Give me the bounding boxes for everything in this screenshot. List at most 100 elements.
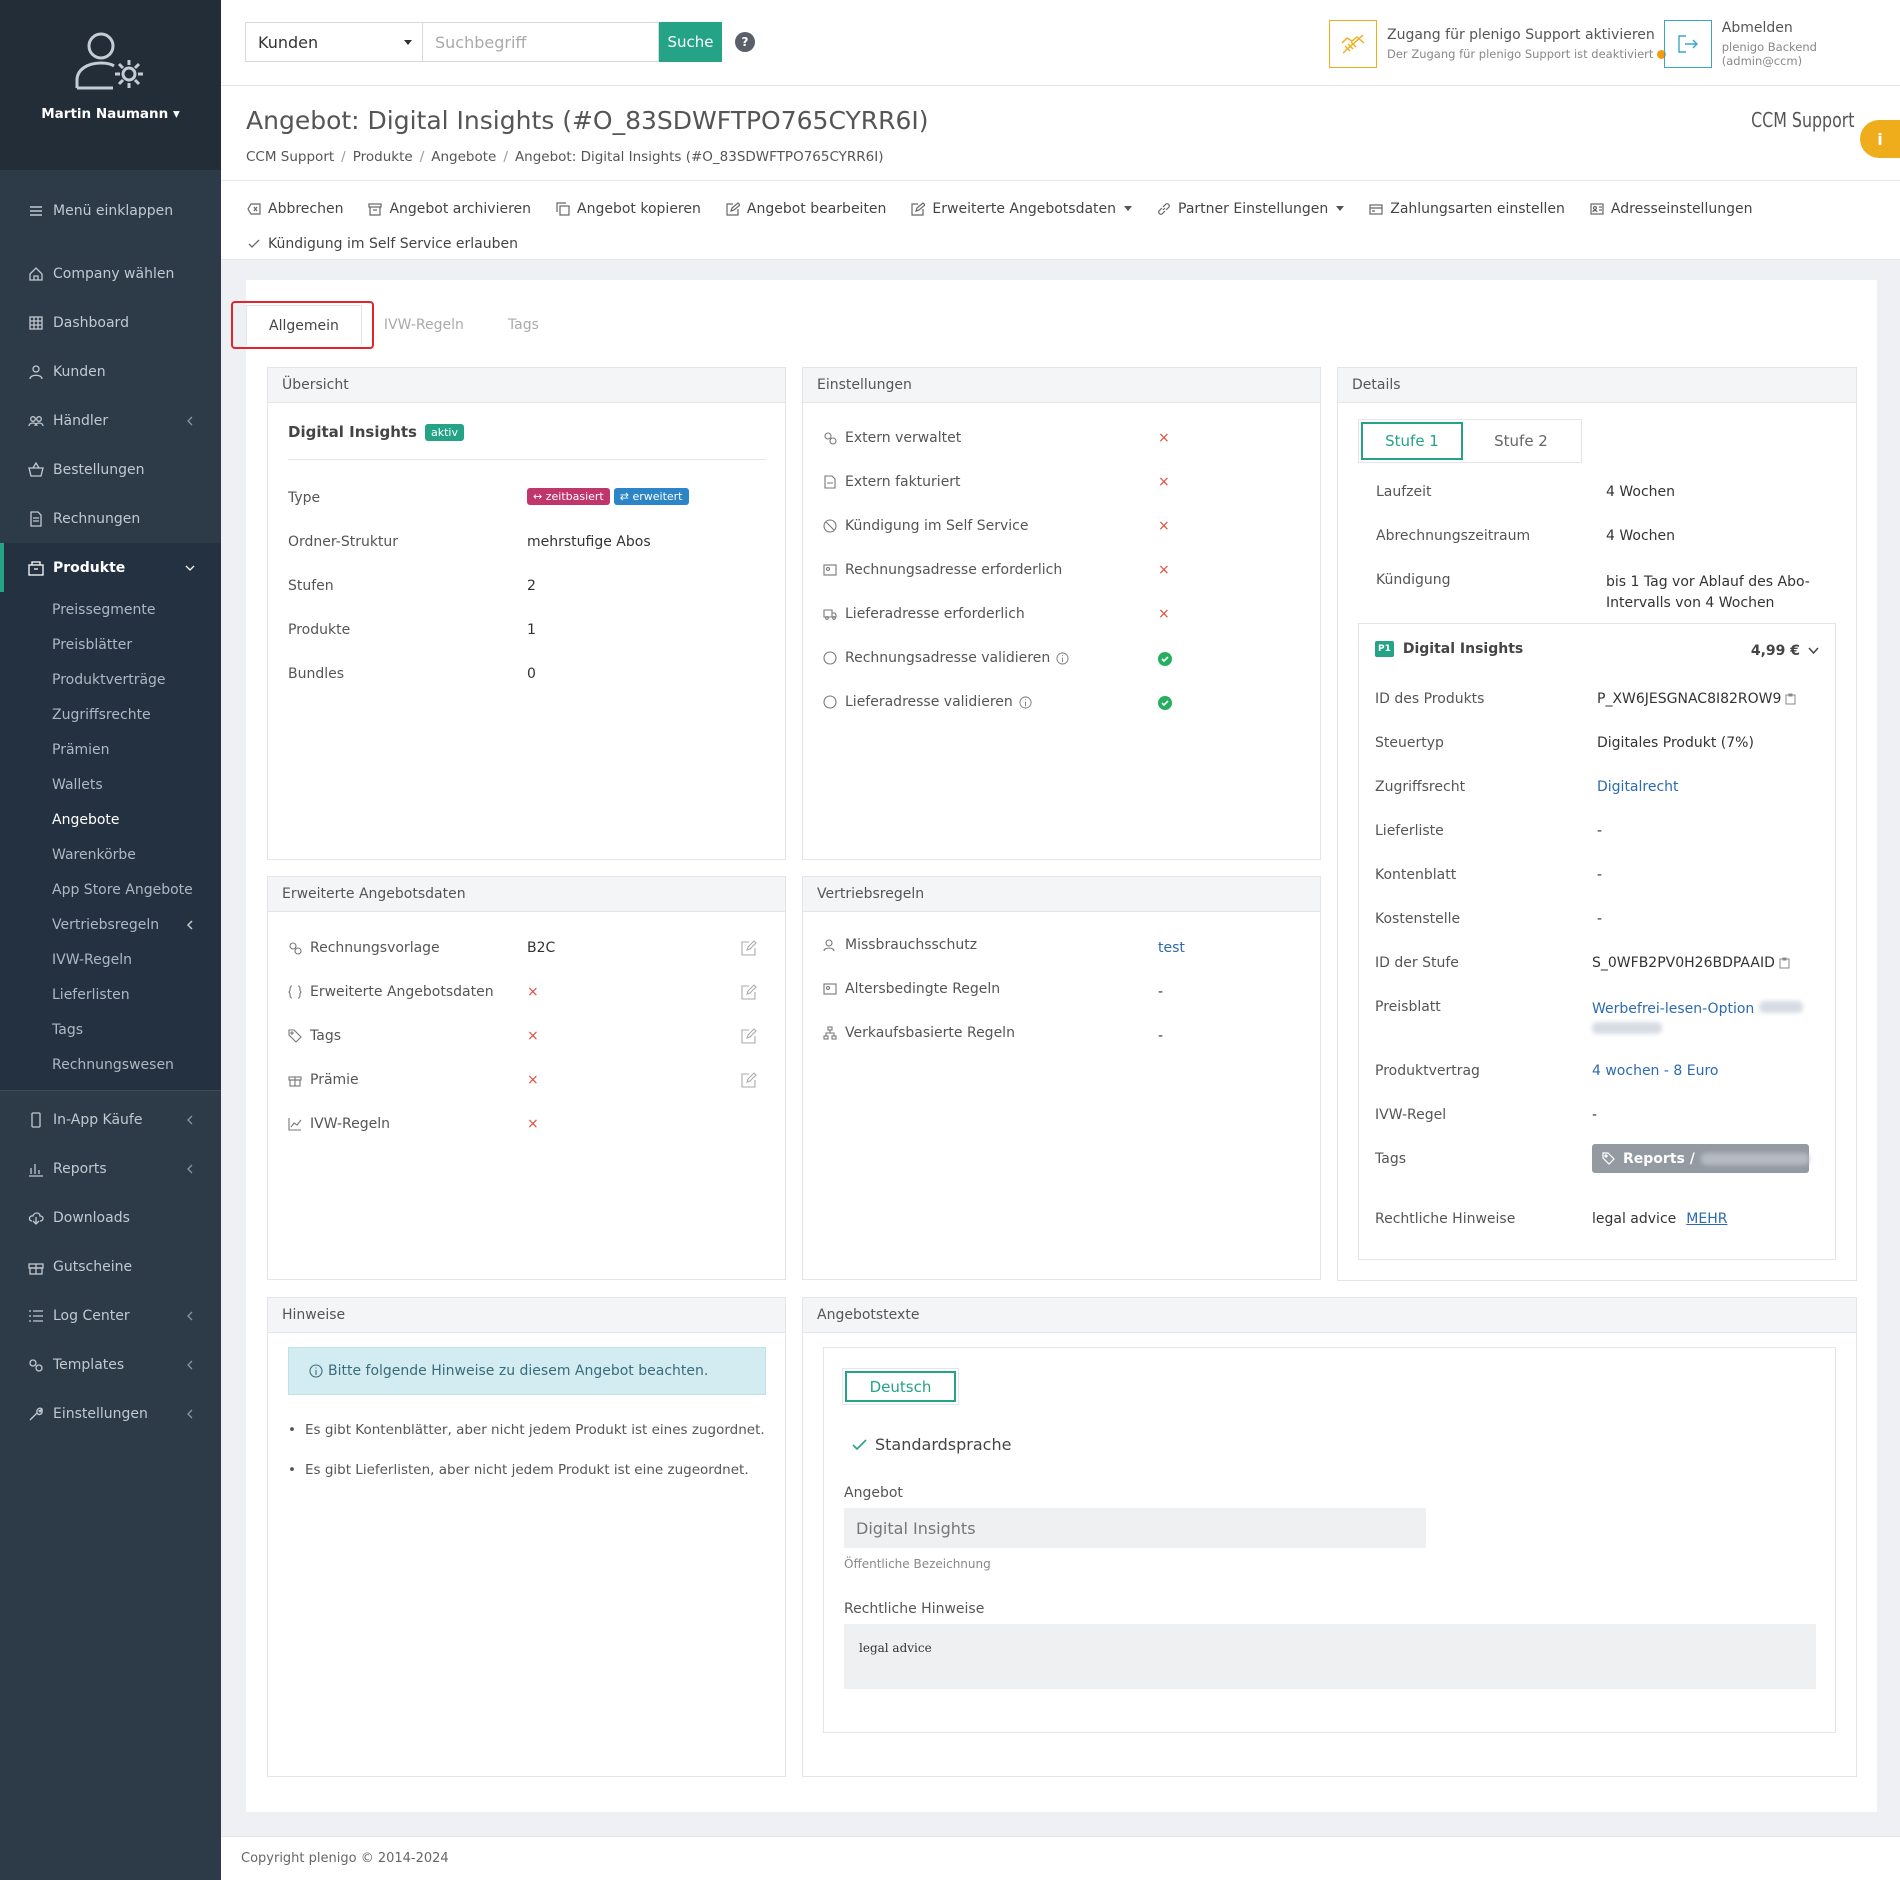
address-settings-button[interactable]: Adresseinstellungen [1590,201,1752,217]
sidebar-item-company[interactable]: Company wählen [0,249,221,298]
stufe-2-button[interactable]: Stufe 2 [1463,422,1579,460]
price-sheet-link[interactable]: Werbefrei-lesen-Option [1592,999,1803,1041]
sidebar-item-label: In-App Käufe [53,1111,143,1128]
ban-icon [823,519,837,533]
product-price-toggle[interactable]: 4,99 € [1751,643,1819,659]
sidebar-item-label: Rechnungen [53,510,141,527]
cancel-button[interactable]: Abbrechen [247,201,343,217]
logout-title: Abmelden [1721,20,1793,36]
panel-title: Erweiterte Angebotsdaten [268,877,785,912]
search-button[interactable]: Suche [659,22,722,62]
sidebar-subitem[interactable]: Warenkörbe [0,837,221,872]
list-item-text: Es gibt Kontenblätter, aber nicht jedem … [304,1422,765,1438]
edit-icon[interactable] [741,984,757,1000]
setting-row: Lieferadresse erforderlich [823,606,1025,622]
edit-button[interactable]: Angebot bearbeiten [726,201,886,217]
clipboard-icon[interactable] [1785,693,1796,705]
edit-icon[interactable] [741,1028,757,1044]
edit-icon[interactable] [741,1072,757,1088]
info-icon[interactable] [1056,651,1069,665]
user-menu[interactable]: Martin Naumann ▾ [41,106,180,122]
stufe-1-button[interactable]: Stufe 1 [1361,422,1463,460]
sidebar-subitem[interactable]: Preissegmente [0,592,221,627]
search-input[interactable]: Suchbegriff [423,22,659,62]
sidebar-item-vouchers[interactable]: Gutscheine [0,1242,221,1291]
action-label: Erweiterte Angebotsdaten [932,200,1117,217]
ext-row: IVW-Regeln [288,1116,390,1132]
copy-button[interactable]: Angebot kopieren [556,201,701,217]
blurred-text [1758,1001,1803,1013]
chevron-left-icon [187,416,193,425]
info-icon[interactable] [1019,695,1032,709]
row-value: B2C [527,940,556,956]
sidebar-subitem[interactable]: Tags [0,1012,221,1047]
rule-row: Missbrauchsschutz [823,937,977,953]
menu-icon [30,205,42,216]
legal-textarea[interactable]: legal advice [844,1624,1816,1689]
legal-text: legal advice [859,1641,932,1655]
sidebar-subitem[interactable]: Lieferlisten [0,977,221,1012]
sidebar-collapse[interactable]: Menü einklappen [0,186,221,235]
rule-link[interactable]: test [1158,940,1185,956]
sidebar-subitem[interactable]: Zugriffsrechte [0,697,221,732]
sidebar-item-downloads[interactable]: Downloads [0,1193,221,1242]
tag-chip[interactable]: Reports / [1592,1144,1809,1173]
breadcrumb: CCM Support / Produkte / Angebote / Angebot: D… [246,149,884,165]
tab-tags[interactable]: Tags [486,305,561,345]
sidebar-item-customers[interactable]: Kunden [0,347,221,396]
row-value: legal advice [1592,1211,1677,1227]
sidebar-item-invoices[interactable]: Rechnungen [0,494,221,543]
document-icon [30,510,42,527]
sidebar-subitem[interactable]: Rechnungswesen [0,1047,221,1082]
chevron-down-icon [185,565,195,571]
support-access[interactable]: Zugang für plenigo Support aktivieren Der… [1329,20,1667,68]
user-name: Martin Naumann [41,106,169,122]
extended-data-dropdown[interactable]: Erweiterte Angebotsdaten [911,200,1133,217]
offer-texts-panel: Angebotstexte Deutsch Standardsprache An… [802,1297,1857,1777]
help-icon[interactable]: ? [735,32,755,52]
row-value: - [1597,867,1603,883]
sidebar-subitem[interactable]: Produktverträge [0,662,221,697]
sidebar-subitem[interactable]: Preisblätter [0,627,221,662]
language-tab-deutsch[interactable]: Deutsch [845,1371,956,1402]
caret-down-icon [1124,206,1133,211]
row-value: S_0WFB2PV0H26BDPAAID [1592,955,1775,971]
sidebar-item-settings[interactable]: Einstellungen [0,1389,221,1438]
sidebar-item-reports[interactable]: Reports [0,1144,221,1193]
info-icon[interactable]: i [1860,120,1900,158]
breadcrumb-item[interactable]: Angebote [431,149,496,165]
more-link[interactable]: MEHR [1686,1211,1727,1227]
panel-title: Angebotstexte [803,1298,1856,1333]
row-label: Kündigung im Self Service [845,518,1029,534]
sidebar-item-dealers[interactable]: Händler [0,396,221,445]
allow-self-service-cancel-button[interactable]: Kündigung im Self Service erlauben [247,236,518,252]
sidebar-item-inapp[interactable]: In-App Käufe [0,1095,221,1144]
false-icon: × [527,984,539,1000]
sidebar-item-dashboard[interactable]: Dashboard [0,298,221,347]
sidebar-item-logcenter[interactable]: Log Center [0,1291,221,1340]
sidebar-subitem[interactable]: Prämien [0,732,221,767]
breadcrumb-item[interactable]: CCM Support [246,149,334,165]
payment-methods-button[interactable]: Zahlungsarten einstellen [1369,201,1565,217]
partner-settings-dropdown[interactable]: Partner Einstellungen [1157,201,1345,217]
row-value: 4 Wochen [1606,484,1676,500]
sidebar-subitem[interactable]: App Store Angebote [0,872,221,907]
breadcrumb-item[interactable]: Produkte [353,149,413,165]
edit-icon[interactable] [741,940,757,956]
offer-name-input[interactable]: Digital Insights [844,1508,1426,1548]
sidebar-subitem[interactable]: Vertriebsregeln [0,907,221,942]
sidebar-item-orders[interactable]: Bestellungen [0,445,221,494]
logout[interactable]: Abmelden plenigo Backend (admin@ccm) [1664,20,1900,68]
panel-title: Details [1338,368,1856,403]
sidebar-subitem-active[interactable]: Angebote [0,802,221,837]
access-right-link[interactable]: Digitalrecht [1597,779,1679,795]
sidebar-item-templates[interactable]: Templates [0,1340,221,1389]
sidebar-item-products[interactable]: Produkte [0,543,221,592]
archive-button[interactable]: Angebot archivieren [368,201,531,217]
clipboard-icon[interactable] [1779,957,1790,969]
contract-link[interactable]: 4 wochen - 8 Euro [1592,1063,1718,1079]
search-scope-select[interactable]: Kunden [245,22,423,62]
sidebar-subitem[interactable]: Wallets [0,767,221,802]
tab-ivw-regeln[interactable]: IVW-Regeln [362,305,486,345]
sidebar-subitem[interactable]: IVW-Regeln [0,942,221,977]
